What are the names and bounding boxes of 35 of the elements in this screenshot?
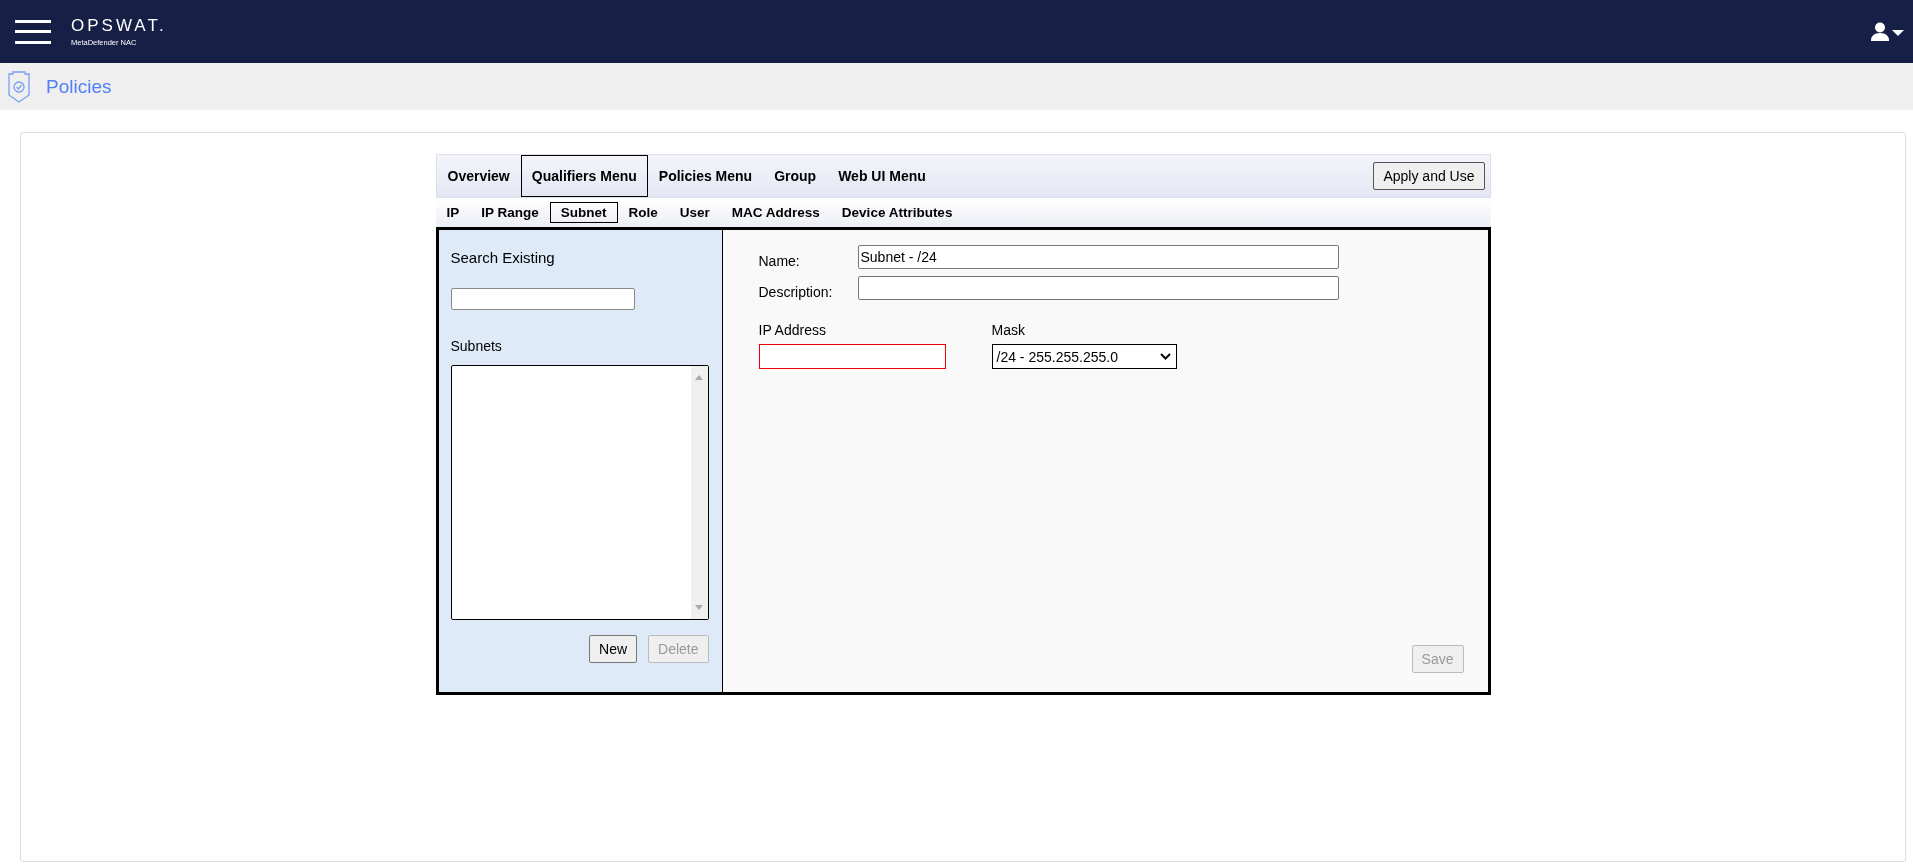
list-label: Subnets: [450, 338, 503, 354]
mask-dropdown[interactable]: /24 - 255.255.255.0: [991, 344, 1177, 369]
description-field[interactable]: [857, 276, 1339, 300]
menu-icon[interactable]: [15, 19, 51, 44]
description-label: Description:: [758, 284, 834, 300]
chevron-down-icon: [1159, 353, 1171, 360]
menu-tab[interactable]: Qualifiers Menu: [520, 155, 648, 197]
search-field[interactable]: [450, 288, 635, 310]
scroll-down-icon[interactable]: [695, 605, 703, 611]
user-menu-icon[interactable]: [1871, 21, 1905, 42]
logo-text: OPSWAT.: [71, 16, 167, 36]
qualifier-tab[interactable]: Subnet: [549, 202, 618, 223]
ip-address-label: IP Address: [758, 322, 827, 338]
menu-tab[interactable]: Group: [763, 155, 828, 197]
qualifier-tab[interactable]: IP Range: [470, 202, 550, 223]
qualifier-tab[interactable]: MAC Address: [720, 202, 831, 223]
menu-tab[interactable]: Policies Menu: [647, 155, 764, 197]
page-title: Policies: [46, 75, 112, 98]
qualifier-tab[interactable]: Role: [617, 202, 669, 223]
apply-and-use-button[interactable]: Apply and Use: [1373, 162, 1485, 190]
scroll-up-icon[interactable]: [695, 374, 703, 380]
list-action-button[interactable]: New: [589, 635, 638, 663]
name-field[interactable]: Subnet - /24: [857, 245, 1339, 269]
mask-value: /24 - 255.255.255.0: [996, 348, 1118, 365]
shield-check-icon: [8, 70, 30, 103]
search-label: Search Existing: [450, 249, 556, 266]
name-label: Name:: [758, 253, 801, 269]
ip-address-field[interactable]: [758, 344, 946, 369]
menu-tab[interactable]: Web UI Menu: [827, 155, 937, 197]
qualifier-tab[interactable]: User: [668, 202, 721, 223]
scrollbar[interactable]: [690, 366, 708, 619]
qualifier-tab[interactable]: Device Attributes: [830, 202, 964, 223]
mask-label: Mask: [991, 322, 1026, 338]
menu-tab[interactable]: Overview: [436, 155, 521, 197]
qualifier-tab[interactable]: IP: [435, 202, 471, 223]
